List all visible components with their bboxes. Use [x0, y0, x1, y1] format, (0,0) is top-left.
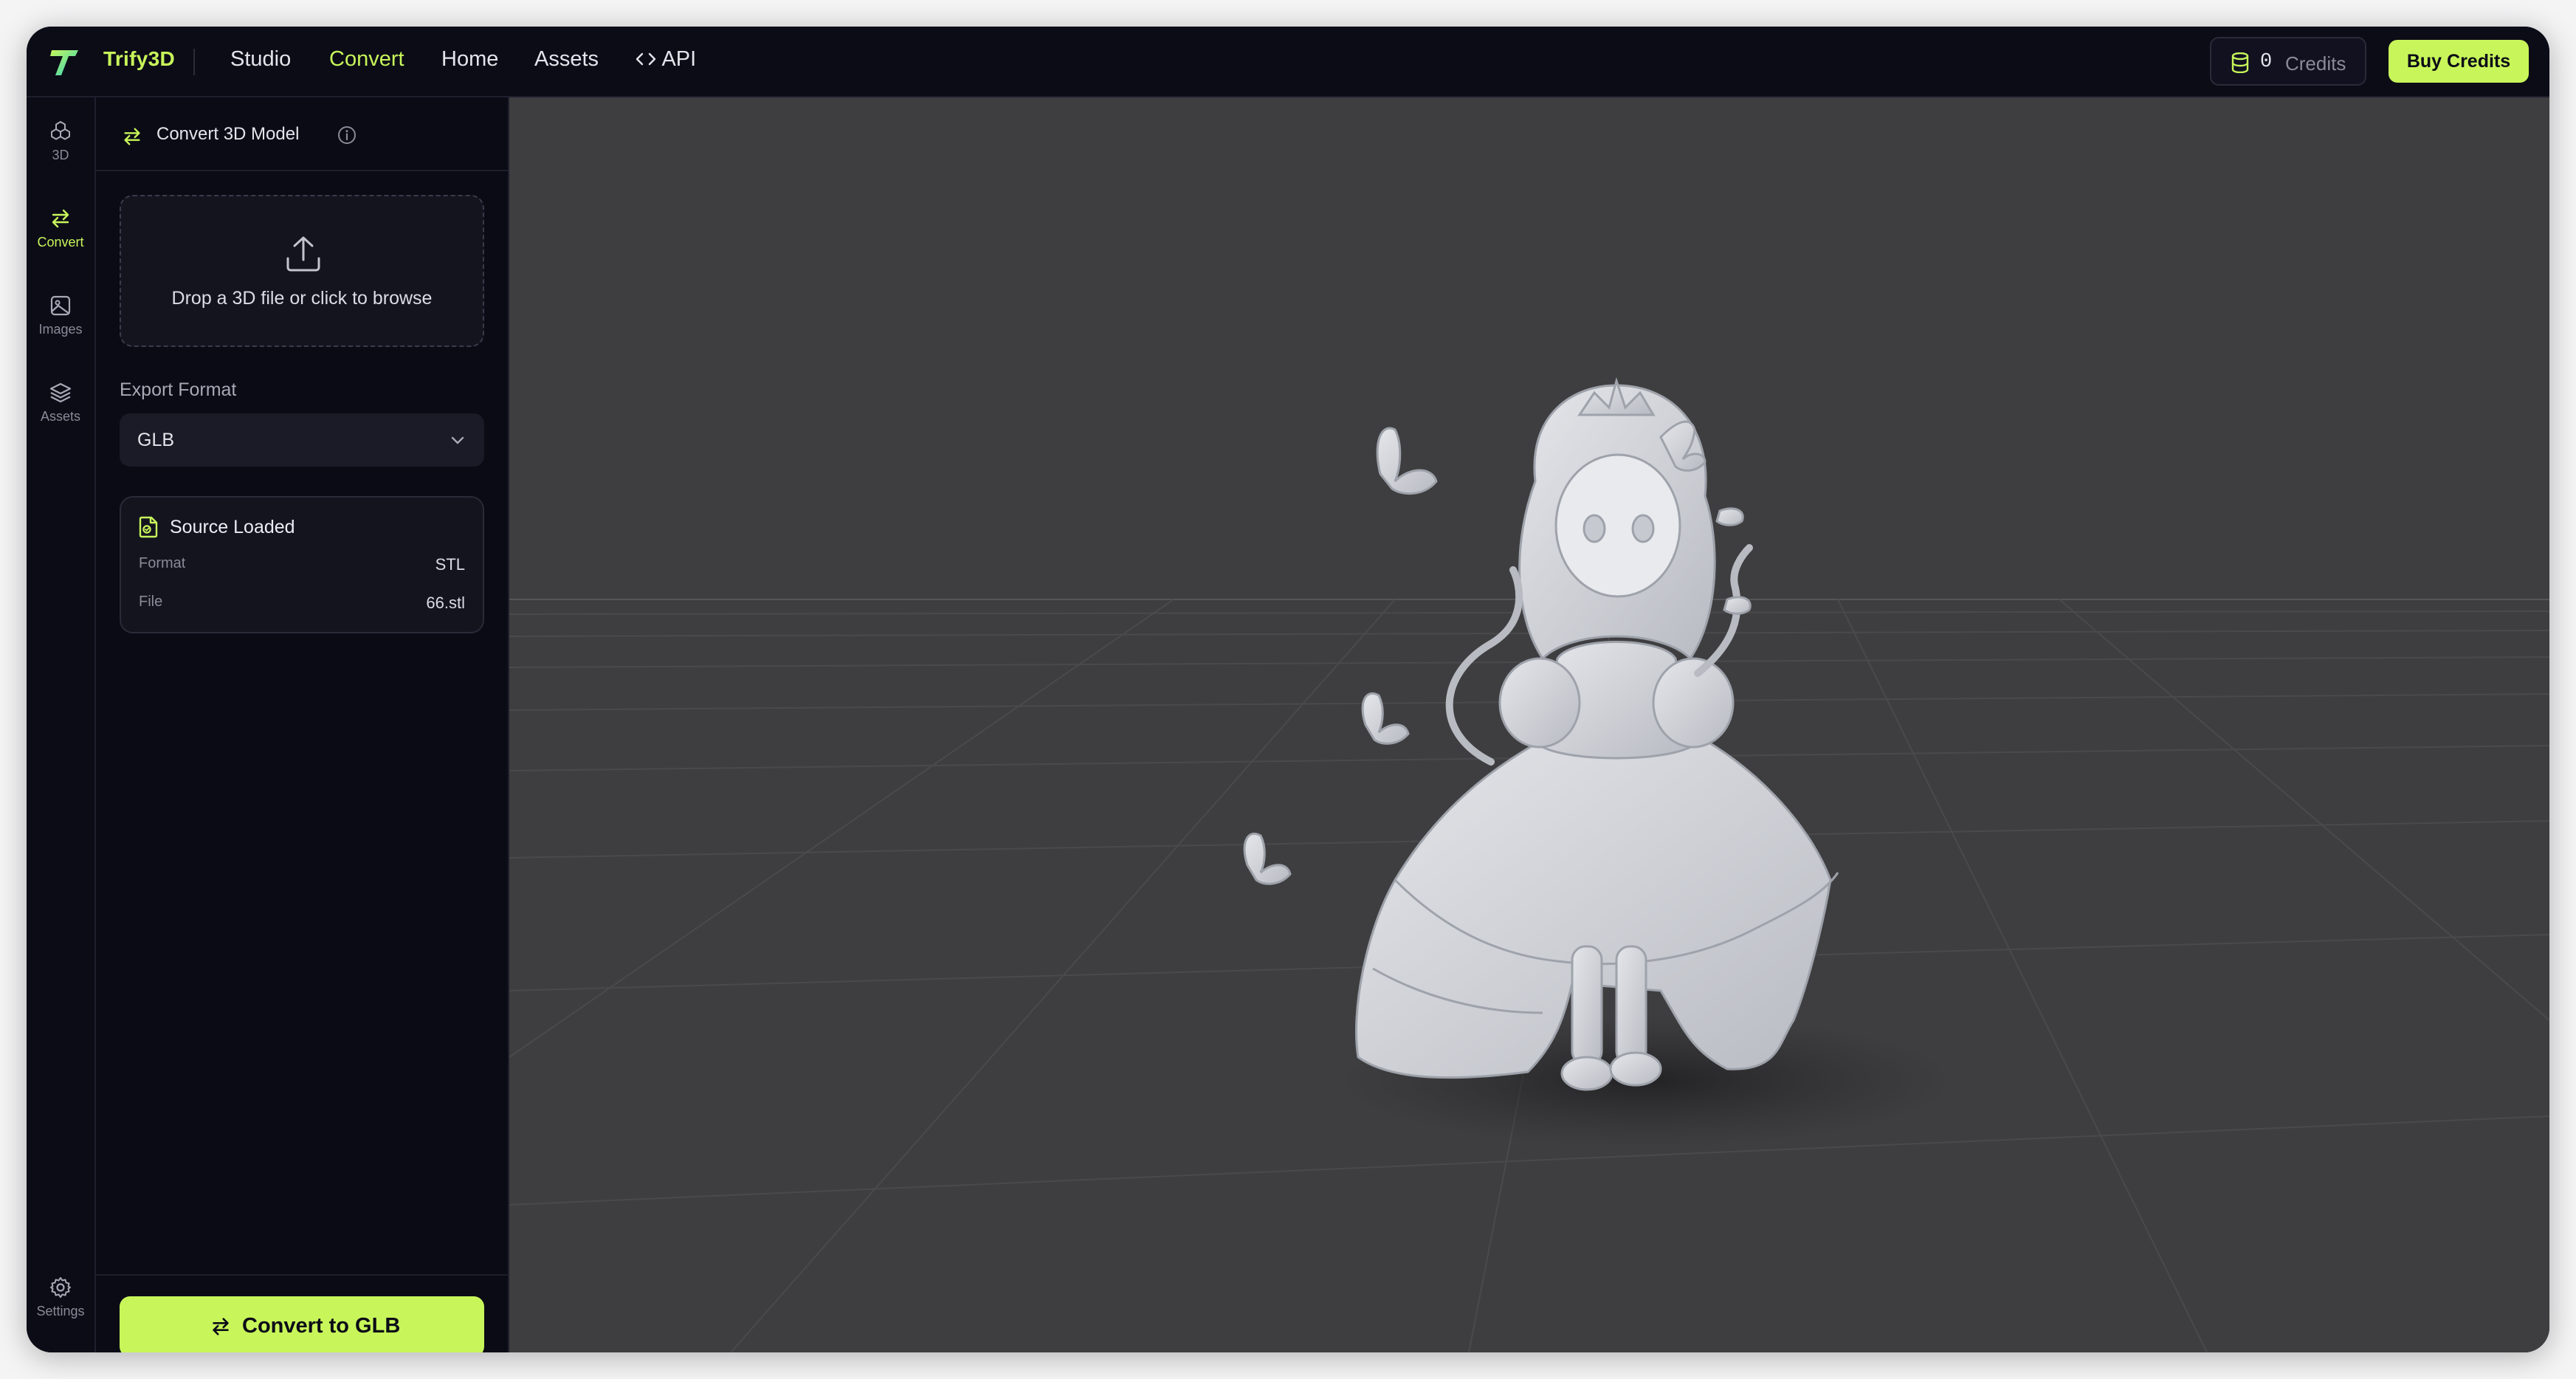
panel-title: Convert 3D Model: [156, 124, 300, 144]
rail-item-settings[interactable]: Settings: [27, 1276, 94, 1319]
nav-assets[interactable]: Assets: [534, 47, 599, 72]
princess-figurine-model[interactable]: [1243, 376, 1839, 1091]
panel-header: Convert 3D Model: [96, 97, 508, 171]
rail-label-3d: 3D: [52, 148, 69, 162]
convert-panel: Convert 3D Model Drop a 3D file or click…: [96, 97, 509, 1352]
rail-label-images: Images: [38, 322, 83, 337]
convert-button-label: Convert to GLB: [242, 1314, 401, 1338]
info-icon[interactable]: [337, 125, 357, 145]
rail-item-convert[interactable]: Convert: [27, 207, 94, 250]
export-format-select[interactable]: GLB: [120, 413, 484, 467]
sidebar-rail: 3D Convert Images Assets Settings: [27, 97, 96, 1352]
rail-label-assets: Assets: [40, 409, 81, 424]
database-icon: [2231, 52, 2249, 73]
rail-label-convert: Convert: [37, 235, 84, 250]
panel-footer-divider: [96, 1274, 508, 1276]
nav-api-label: API: [661, 47, 697, 71]
rail-item-3d[interactable]: 3D: [27, 120, 94, 163]
3d-viewport[interactable]: [509, 97, 2549, 1352]
export-format-label: Export Format: [120, 379, 237, 400]
rail-item-images[interactable]: Images: [27, 294, 94, 337]
arrows-swap-icon: [52, 209, 69, 228]
arrows-swap-icon: [213, 1318, 229, 1335]
source-file-value: 66.stl: [426, 594, 465, 612]
nav-convert[interactable]: Convert: [329, 47, 404, 72]
source-loaded-card: Source Loaded Format STL File 66.stl: [120, 496, 484, 633]
export-format-value: GLB: [137, 430, 175, 450]
code-icon: [636, 52, 656, 66]
file-check-icon: [139, 516, 158, 538]
brand-name[interactable]: Trify3D: [103, 47, 175, 71]
app-window: Trify3D Studio Convert Home Assets API 0…: [27, 27, 2549, 1352]
rail-label-settings: Settings: [36, 1304, 85, 1318]
source-format-key: Format: [139, 555, 186, 571]
credits-label: Credits: [2285, 52, 2346, 75]
credits-value: 0: [2260, 51, 2273, 73]
chevron-down-icon: [451, 436, 464, 444]
credits-display[interactable]: 0 Credits: [2210, 37, 2366, 86]
upload-icon: [286, 236, 320, 272]
cubes-icon: [51, 121, 70, 140]
nav-home[interactable]: Home: [441, 47, 498, 72]
image-icon: [50, 295, 71, 316]
arrows-swap-icon: [124, 128, 140, 145]
trify3d-logo-icon[interactable]: [49, 46, 81, 78]
file-dropzone[interactable]: Drop a 3D file or click to browse: [120, 195, 484, 347]
gear-icon: [50, 1277, 71, 1298]
source-file-key: File: [139, 594, 163, 610]
convert-button[interactable]: Convert to GLB: [120, 1296, 484, 1352]
top-bar: Trify3D Studio Convert Home Assets API 0…: [27, 27, 2549, 97]
dropzone-text: Drop a 3D file or click to browse: [171, 288, 433, 309]
buy-credits-button[interactable]: Buy Credits: [2389, 40, 2529, 83]
source-format-value: STL: [435, 555, 465, 574]
viewport-scene[interactable]: [509, 97, 2549, 1352]
nav-studio[interactable]: Studio: [230, 47, 291, 72]
rail-item-assets[interactable]: Assets: [27, 381, 94, 424]
brand-divider: [193, 49, 195, 75]
nav-api[interactable]: API: [635, 47, 696, 72]
layers-icon: [49, 382, 72, 403]
source-title: Source Loaded: [170, 517, 295, 537]
